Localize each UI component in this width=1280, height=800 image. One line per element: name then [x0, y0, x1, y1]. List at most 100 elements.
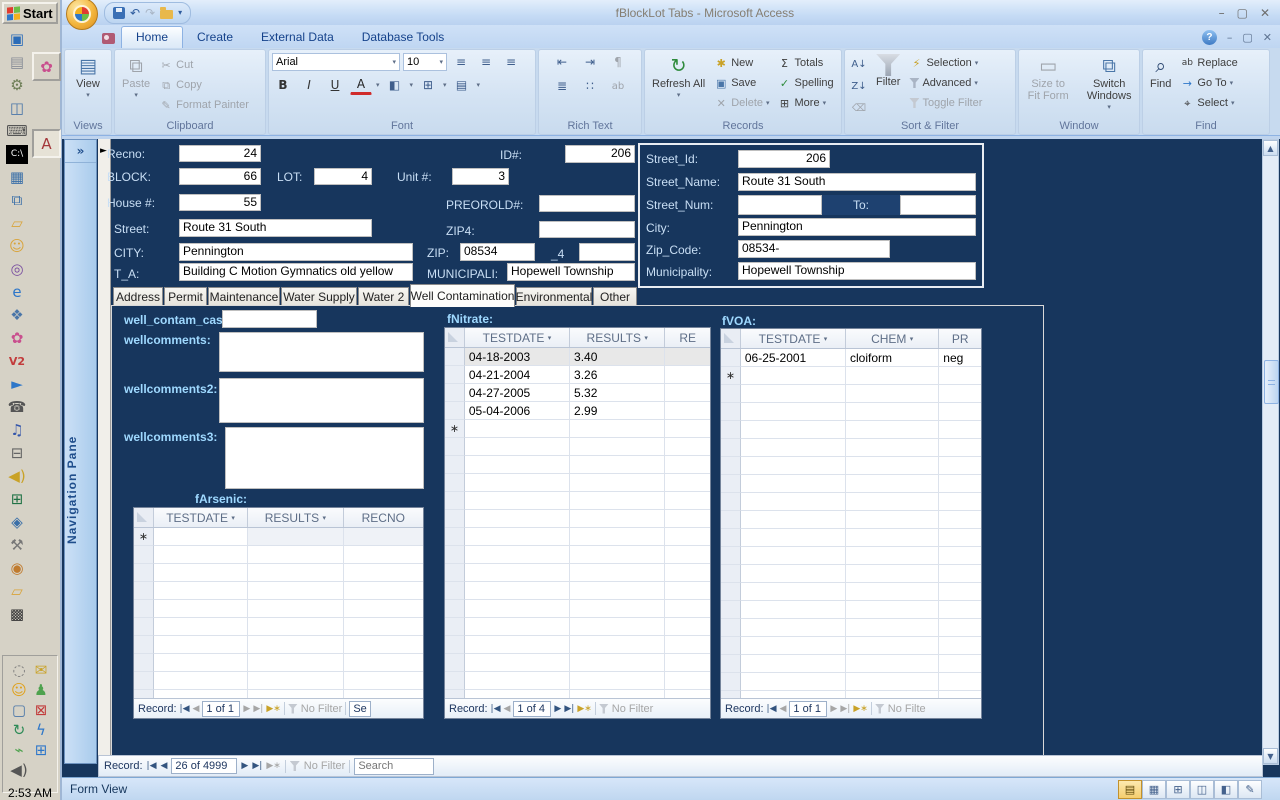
record-position[interactable]: 1 of 1 — [789, 701, 827, 717]
form-tab-water-supply[interactable]: Water Supply — [281, 287, 357, 306]
voa-col-present[interactable]: PR — [939, 329, 981, 348]
chevron-down-icon[interactable]: ▾ — [477, 81, 481, 89]
find-button[interactable]: ⌕ Find — [1146, 52, 1175, 92]
municipality-field[interactable]: Hopewell Township — [738, 262, 976, 280]
font-color-button[interactable]: A — [350, 76, 372, 95]
form-tab-water-2[interactable]: Water 2 — [358, 287, 409, 306]
start-button[interactable]: Start — [2, 2, 58, 24]
previous-record-button[interactable]: ◀ — [193, 704, 200, 714]
column-dropdown-icon[interactable]: ▾ — [644, 334, 648, 342]
street-num-to-field[interactable] — [900, 195, 976, 215]
testdate-cell[interactable]: 05-04-2006 — [465, 402, 570, 420]
table-row[interactable]: 06-25-2001 cloiform neg — [721, 349, 981, 367]
qat-customize-icon[interactable]: ▾ — [178, 7, 182, 19]
arsenic-col-testdate[interactable]: TESTDATE ▾ — [154, 508, 248, 527]
voa-body[interactable]: 06-25-2001 cloiform neg ∗ — [721, 349, 981, 698]
arsenic-body[interactable]: ∗ — [134, 528, 423, 698]
last-record-button[interactable]: ▶| — [252, 761, 262, 771]
network-tray-icon[interactable]: ⊞ — [30, 741, 52, 760]
advanced-filter-button[interactable]: Advanced ▾ — [906, 74, 985, 92]
next-record-button[interactable]: ▶ — [554, 704, 561, 714]
redo-icon[interactable]: ↷ — [145, 7, 155, 19]
goto-button[interactable]: → Go To ▾ — [1177, 74, 1240, 92]
taskbar-button-access[interactable]: A — [32, 129, 61, 158]
testdate-cell[interactable]: 04-21-2004 — [465, 366, 570, 384]
delete-record-button[interactable]: ✕ Delete ▾ — [711, 94, 772, 112]
view-button[interactable]: ▤ View ▾ — [72, 52, 104, 104]
chevron-down-icon[interactable]: ▾ — [376, 81, 380, 89]
wellcomments2-field[interactable] — [219, 378, 424, 423]
testdate-cell[interactable]: 06-25-2001 — [741, 349, 846, 367]
first-record-button[interactable]: |◀ — [180, 704, 190, 714]
text-direction-button[interactable]: ¶ — [607, 52, 629, 72]
save-icon[interactable] — [113, 7, 125, 19]
form-view-button[interactable]: ▤ — [1118, 780, 1142, 799]
spelling-button[interactable]: ✓ Spelling — [775, 74, 837, 92]
command-prompt-icon[interactable]: C:\ — [6, 145, 28, 164]
media-reel-icon[interactable]: ◎ — [6, 260, 28, 279]
user-status-tray-icon[interactable]: ♟ — [30, 681, 52, 700]
form-tab-environmental[interactable]: Environmental — [516, 287, 592, 306]
form-window-icon[interactable] — [102, 33, 115, 44]
taskbar-button-paint-app[interactable]: ✿ — [32, 52, 61, 81]
wellcomments-field[interactable] — [219, 332, 424, 372]
numbered-list-button[interactable]: ≣ — [551, 76, 573, 96]
scroll-up-icon[interactable]: ▲ — [1263, 140, 1278, 156]
underline-button[interactable]: U — [324, 75, 346, 95]
form-tab-address[interactable]: Address — [113, 287, 163, 306]
offline-tray-icon[interactable]: ⊠ — [30, 701, 52, 720]
zip4-field[interactable] — [539, 221, 635, 238]
tab-home[interactable]: Home — [121, 26, 183, 48]
no-filter-label[interactable]: No Filter — [301, 703, 343, 715]
alternate-fill-button[interactable]: ▤ — [451, 75, 473, 95]
select-all-corner[interactable] — [134, 508, 154, 527]
lot-field[interactable]: 4 — [314, 168, 372, 185]
nitrate-body[interactable]: 04-18-2003 3.40 04-21-2004 3.26 04-27-20… — [445, 348, 710, 698]
tab-database-tools[interactable]: Database Tools — [348, 27, 459, 48]
voa-col-chem[interactable]: CHEM ▾ — [846, 329, 939, 348]
format-painter-button[interactable]: ✎ Format Painter — [156, 96, 252, 114]
record-position[interactable]: 1 of 1 — [202, 701, 240, 717]
no-filter-label[interactable]: No Filter — [612, 703, 654, 715]
last-record-button[interactable]: ▶| — [564, 704, 574, 714]
nitrate-col-recno[interactable]: RE — [665, 328, 710, 347]
internet-explorer-icon[interactable]: e — [6, 283, 28, 302]
pivotchart-view-button[interactable]: ◫ — [1190, 780, 1214, 799]
last-record-button[interactable]: ▶| — [253, 704, 263, 714]
design-view-button[interactable]: ✎ — [1238, 780, 1262, 799]
record-selector-bar[interactable]: ► — [98, 139, 111, 755]
new-record-row[interactable]: ∗ — [134, 528, 423, 546]
components-gear-icon[interactable]: ⚙ — [6, 76, 28, 95]
testdate-cell[interactable]: 04-18-2003 — [465, 348, 570, 366]
scrollbar-thumb[interactable] — [1264, 360, 1279, 404]
shared-package-icon[interactable]: ◉ — [6, 559, 28, 578]
block-field[interactable]: 66 — [179, 168, 261, 185]
municipali-field[interactable]: Hopewell Township — [507, 263, 635, 281]
child-restore-button[interactable]: ▢ — [1242, 31, 1252, 44]
street-id-field[interactable]: 206 — [738, 150, 830, 168]
results-cell[interactable]: 2.99 — [570, 402, 665, 420]
bold-button[interactable]: B — [272, 75, 294, 95]
sort-descending-button[interactable]: Z↓ — [848, 76, 870, 96]
next-record-button[interactable]: ▶ — [241, 761, 248, 771]
speaker-icon[interactable]: ◀) — [6, 467, 28, 486]
zip4b-field[interactable] — [579, 243, 635, 261]
cut-button[interactable]: ✂ Cut — [156, 56, 252, 74]
paste-button[interactable]: ⧉ Paste ▾ — [118, 52, 154, 104]
column-dropdown-icon[interactable]: ▾ — [910, 335, 914, 343]
address-book-icon[interactable]: ☺ — [6, 237, 28, 256]
nitrate-col-results[interactable]: RESULTS ▾ — [570, 328, 665, 347]
street-field[interactable]: Route 31 South — [179, 219, 372, 237]
previous-record-button[interactable]: ◀ — [161, 761, 168, 771]
scroll-down-icon[interactable]: ▼ — [1263, 748, 1278, 764]
navigation-pane-expand-button[interactable]: » — [65, 140, 96, 163]
refresh-all-button[interactable]: ↻ Refresh All ▾ — [648, 52, 709, 104]
help-icon[interactable]: ? — [1202, 30, 1217, 45]
city2-field[interactable]: Pennington — [738, 218, 976, 236]
new-record-row[interactable]: ∗ — [445, 420, 710, 438]
results-cell[interactable]: 5.32 — [570, 384, 665, 402]
toggle-filter-button[interactable]: Toggle Filter — [906, 94, 985, 112]
sync-tray-icon[interactable]: ↻ — [8, 721, 30, 740]
column-dropdown-icon[interactable]: ▾ — [548, 334, 552, 342]
navigation-pane-label[interactable]: Navigation Pane — [65, 380, 96, 600]
